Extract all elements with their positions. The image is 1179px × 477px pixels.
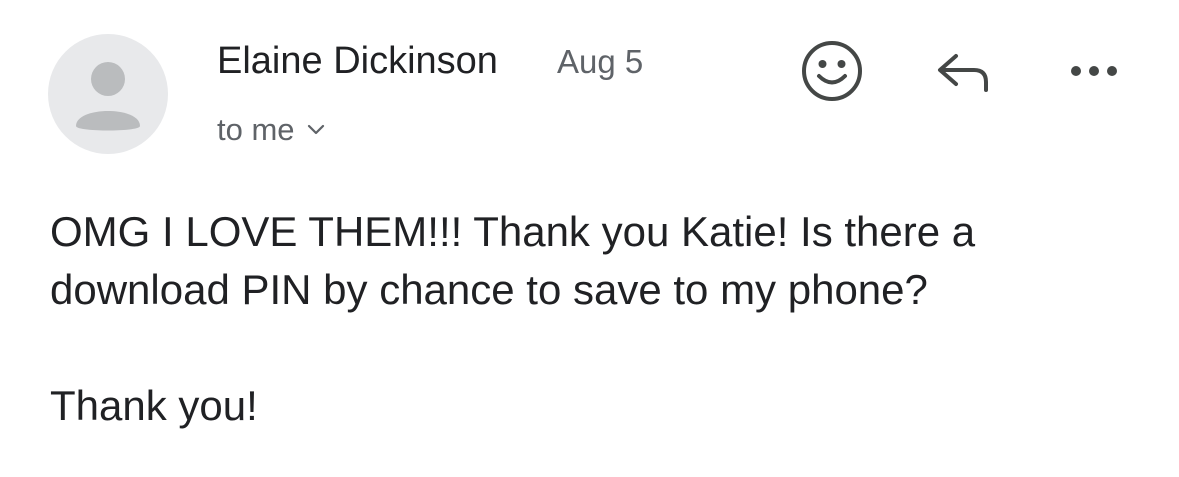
avatar[interactable] (48, 34, 168, 154)
more-horizontal-icon (1071, 66, 1117, 76)
reply-arrow-icon (938, 54, 988, 92)
email-signoff: Thank you! (50, 382, 258, 429)
smiley-face-icon (802, 41, 862, 101)
person-placeholder-icon (76, 62, 140, 131)
chevron-down-icon (307, 124, 325, 136)
email-body: OMG I LOVE THEM!!! Thank you Katie! Is t… (50, 203, 1150, 435)
email-body-line: download PIN by chance to save to my pho… (50, 266, 928, 313)
email-date: Aug 5 (557, 43, 644, 80)
email-body-line: OMG I LOVE THEM!!! Thank you Katie! Is t… (50, 208, 976, 255)
recipient-label: to me (217, 112, 295, 147)
add-reaction-button[interactable] (799, 38, 865, 104)
recipient-toggle[interactable]: to me (217, 110, 325, 150)
reply-button[interactable] (930, 48, 996, 98)
sender-name[interactable]: Elaine Dickinson (217, 39, 498, 83)
more-options-button[interactable] (1064, 56, 1124, 86)
